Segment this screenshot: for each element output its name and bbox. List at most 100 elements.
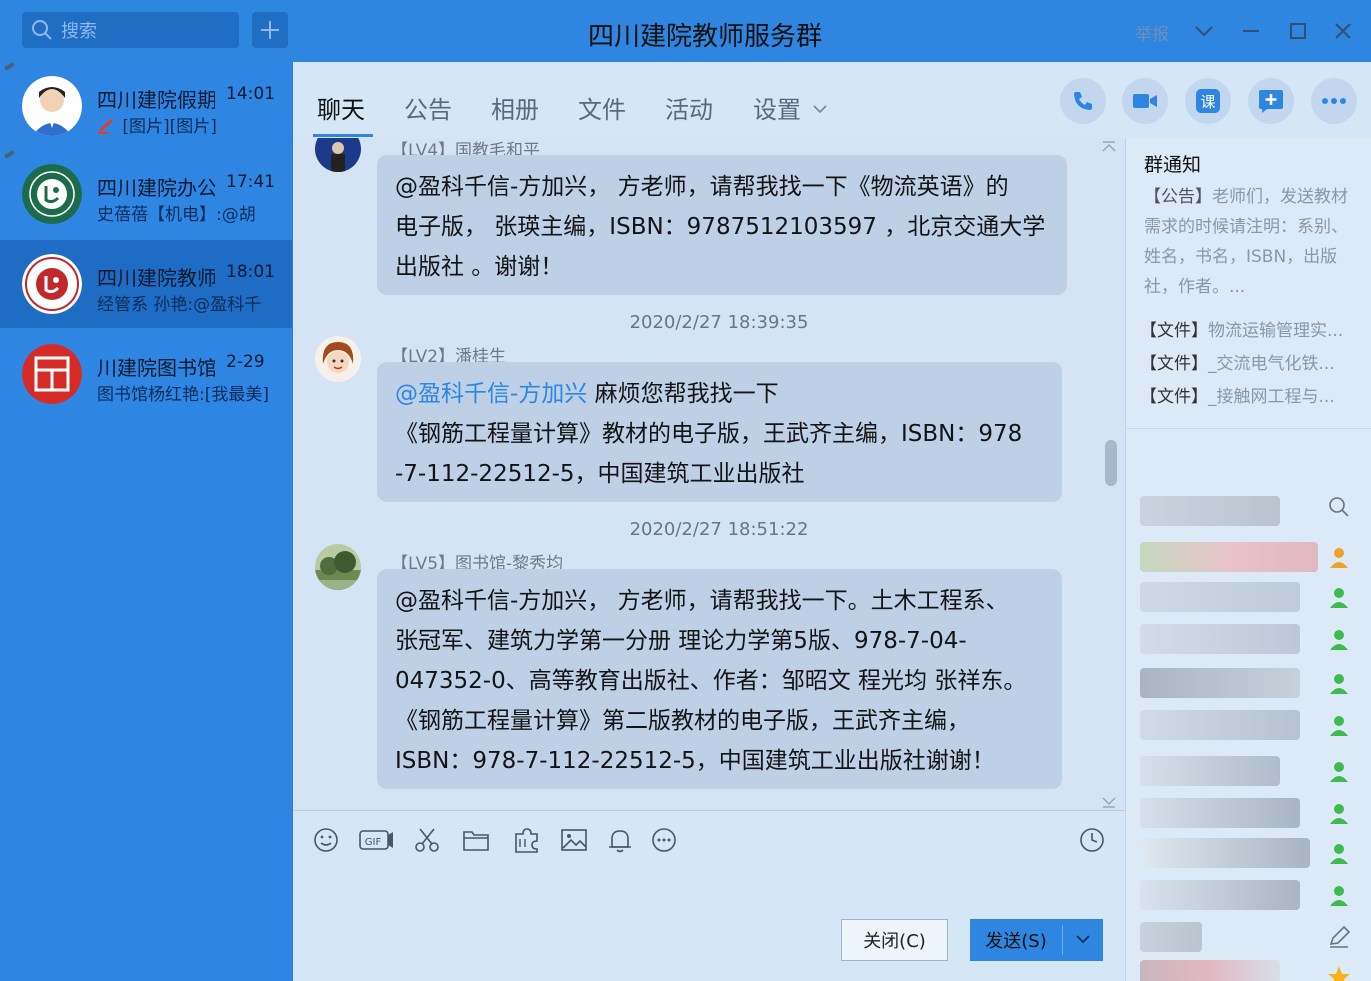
- conversation-preview-text: [图片][图片]: [122, 117, 217, 137]
- member-name-blurred[interactable]: [1140, 798, 1300, 828]
- add-button[interactable]: [252, 12, 288, 48]
- close-window-button[interactable]: [1330, 18, 1356, 44]
- scissors-icon[interactable]: [412, 825, 442, 855]
- bell-icon[interactable]: [605, 825, 635, 855]
- conversation-name: 四川建院假期: [97, 88, 215, 112]
- history-clock-icon[interactable]: [1077, 825, 1107, 855]
- conversation-item[interactable]: 四川建院假期 14:01 [图片][图片]: [0, 62, 292, 150]
- folder-icon[interactable]: [461, 825, 491, 855]
- message-line: 《钢筋工程量计算》第二版教材的电子版，王武齐主编，: [395, 708, 970, 734]
- close-button[interactable]: 关闭(C): [841, 919, 948, 961]
- gif-icon[interactable]: GIF: [358, 825, 394, 855]
- conversation-item[interactable]: 川建院图书馆 2-29 图书馆杨红艳:[我最美]: [0, 330, 292, 418]
- conversation-name: 四川建院办公: [97, 176, 215, 200]
- file-item[interactable]: 【文件】_接触网工程与...: [1140, 382, 1360, 407]
- conversation-item-active[interactable]: 四川建院教师 18:01 经管系 孙艳:@盈科千: [0, 240, 292, 328]
- member-name-blurred[interactable]: [1140, 582, 1300, 612]
- edit-icon[interactable]: [1326, 924, 1352, 950]
- more-icon: [1322, 98, 1346, 104]
- conversation-preview: 经管系 孙艳:@盈科千: [97, 295, 262, 315]
- chevron-down-icon[interactable]: [1063, 933, 1103, 947]
- tab-settings[interactable]: 设置: [753, 90, 827, 125]
- message-text: 麻烦您帮我找一下: [587, 381, 779, 407]
- admin-user-icon: [1330, 548, 1348, 568]
- member-name-blurred: [1140, 496, 1280, 526]
- member-name-blurred[interactable]: [1140, 838, 1310, 868]
- puzzle-icon[interactable]: [511, 825, 541, 855]
- scroll-down-icon[interactable]: [1101, 796, 1117, 808]
- minimize-icon: [1243, 30, 1259, 32]
- search-placeholder: 搜索: [61, 21, 97, 42]
- member-name-blurred[interactable]: [1140, 960, 1280, 981]
- member-name-blurred[interactable]: [1140, 756, 1280, 786]
- message-input-area[interactable]: GIF 关闭(C) 发送(S): [293, 810, 1125, 981]
- message-area[interactable]: 【LV4】国教毛和平 @盈科千信-方加兴， 方老师，请帮我找一下《物流英语》的 …: [293, 138, 1125, 810]
- pin-icon: [4, 62, 18, 76]
- class-button[interactable]: 课: [1185, 78, 1231, 124]
- mention-link[interactable]: @盈科千信-方加兴: [395, 381, 587, 407]
- tab-bar: 聊天 公告 相册 文件 活动 设置: [293, 62, 1125, 138]
- member-name-blurred[interactable]: [1140, 542, 1318, 572]
- file-item[interactable]: 【文件】_交流电气化铁...: [1140, 349, 1360, 374]
- tab-chat[interactable]: 聊天: [317, 90, 365, 125]
- message-line: @盈科千信-方加兴 麻烦您帮我找一下: [395, 374, 1044, 414]
- message-line: -7-112-22512-5，中国建筑工业出版社: [395, 461, 805, 487]
- avatar: [22, 164, 82, 224]
- send-button[interactable]: 发送(S): [970, 919, 1103, 961]
- add-app-button[interactable]: [1248, 78, 1294, 124]
- member-name-blurred[interactable]: [1140, 710, 1300, 740]
- scroll-up-icon[interactable]: [1101, 141, 1117, 153]
- group-notice[interactable]: 【公告】老师们，发送教材需求的时候请注明：系别、姓名，书名，ISBN，出版社，作…: [1144, 182, 1354, 302]
- file-item[interactable]: 【文件】物流运输管理实...: [1140, 316, 1360, 341]
- add-icon: [1259, 90, 1283, 113]
- user-icon: [1330, 804, 1348, 824]
- star-icon: [1328, 966, 1350, 981]
- search-icon[interactable]: [1326, 494, 1352, 520]
- conversation-time: 14:01: [226, 84, 275, 104]
- member-name-blurred[interactable]: [1140, 668, 1300, 698]
- file-name: _接触网工程与...: [1208, 387, 1335, 407]
- member-name-blurred[interactable]: [1140, 922, 1202, 952]
- user-icon: [1330, 674, 1348, 694]
- avatar[interactable]: [315, 138, 361, 172]
- message-line: 047352-0、高等教育出版社、作者：邹昭文 程光均 张祥东。: [395, 668, 1027, 694]
- message-line: 出版社 。谢谢！: [395, 254, 564, 280]
- message-line: 《钢筋工程量计算》教材的电子版，王武齐主编，ISBN：978: [395, 421, 1023, 447]
- message-line: ISBN：978-7-112-22512-5，中国建筑工业出版社谢谢！: [395, 748, 995, 774]
- minimize-button[interactable]: [1238, 18, 1264, 44]
- avatar[interactable]: [315, 336, 361, 382]
- conversation-list: 四川建院假期 14:01 [图片][图片] 四川建院办公 17:41 史蓓蓓【机…: [0, 62, 292, 981]
- more-button[interactable]: [1311, 78, 1357, 124]
- notice-tag: 【公告】: [1144, 187, 1212, 207]
- report-link[interactable]: 举报: [1135, 20, 1169, 45]
- file-tag: 【文件】: [1140, 354, 1208, 374]
- conversation-name: 川建院图书馆: [97, 356, 215, 380]
- search-input[interactable]: 搜索: [22, 12, 239, 48]
- emoji-icon[interactable]: [311, 825, 341, 855]
- message-bubble[interactable]: @盈科千信-方加兴， 方老师，请帮我找一下。土木工程系、 张冠军、建筑力学第一分…: [377, 569, 1062, 789]
- file-name: 物流运输管理实...: [1208, 321, 1344, 341]
- svg-text:GIF: GIF: [365, 837, 382, 848]
- tab-album[interactable]: 相册: [491, 90, 539, 125]
- member-name-blurred[interactable]: [1140, 880, 1300, 910]
- message-line: @盈科千信-方加兴， 方老师，请帮我找一下。土木工程系、: [395, 588, 1009, 614]
- conversation-time: 2-29: [226, 352, 265, 372]
- conversation-item[interactable]: 四川建院办公 17:41 史蓓蓓【机电】:@胡: [0, 150, 292, 238]
- message-bubble[interactable]: @盈科千信-方加兴 麻烦您帮我找一下 《钢筋工程量计算》教材的电子版，王武齐主编…: [377, 362, 1062, 502]
- member-name-blurred[interactable]: [1140, 624, 1300, 654]
- tab-activities[interactable]: 活动: [665, 90, 713, 125]
- avatar: [22, 344, 82, 404]
- tab-announcement[interactable]: 公告: [404, 90, 452, 125]
- maximize-icon: [1290, 23, 1306, 39]
- more-tools-icon[interactable]: [649, 825, 679, 855]
- tab-files[interactable]: 文件: [578, 90, 626, 125]
- video-call-button[interactable]: [1122, 78, 1168, 124]
- voice-call-button[interactable]: [1060, 78, 1106, 124]
- avatar[interactable]: [315, 544, 361, 590]
- conversation-preview: [图片][图片]: [97, 112, 277, 137]
- dropdown-button[interactable]: [1191, 18, 1217, 44]
- message-bubble[interactable]: @盈科千信-方加兴， 方老师，请帮我找一下《物流英语》的 电子版， 张瑛主编，I…: [377, 155, 1067, 295]
- chat-scrollbar[interactable]: [1105, 440, 1117, 486]
- maximize-button[interactable]: [1285, 18, 1311, 44]
- image-icon[interactable]: [559, 825, 589, 855]
